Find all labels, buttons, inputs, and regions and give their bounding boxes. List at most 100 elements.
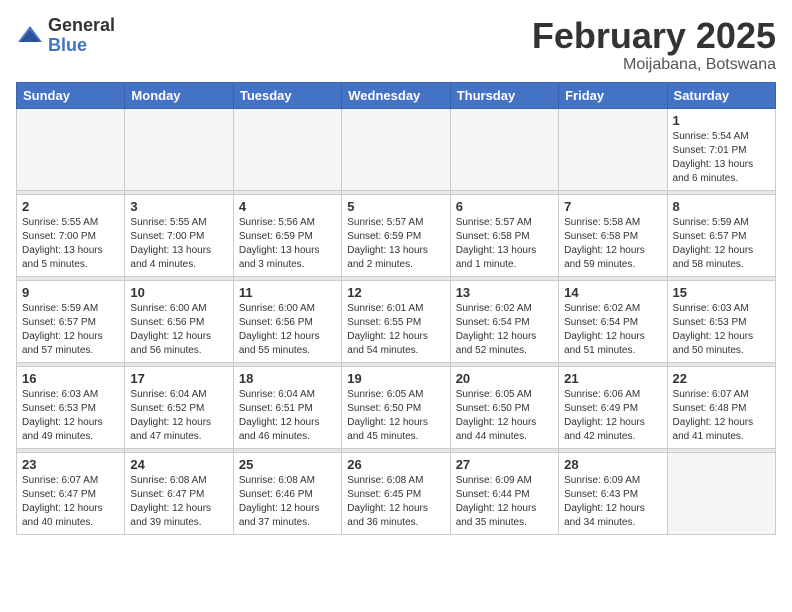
calendar-cell: 10 Sunrise: 6:00 AM Sunset: 6:56 PM Dayli…: [125, 280, 233, 362]
calendar-cell: 9 Sunrise: 5:59 AM Sunset: 6:57 PM Daylig…: [17, 280, 125, 362]
logo: General Blue: [16, 16, 115, 56]
calendar-cell: 1Sunrise: 5:54 AM Sunset: 7:01 PM Daylig…: [667, 108, 775, 190]
day-number: 7: [564, 199, 661, 214]
day-number: 24: [130, 457, 227, 472]
calendar-cell: 12Sunrise: 6:01 AM Sunset: 6:55 PM Dayli…: [342, 280, 450, 362]
day-number: 5: [347, 199, 444, 214]
calendar-cell: 25 Sunrise: 6:08 AM Sunset: 6:46 PM Dayli…: [233, 452, 341, 534]
day-number: 28: [564, 457, 661, 472]
calendar-cell: [450, 108, 558, 190]
day-number: 14: [564, 285, 661, 300]
day-number: 22: [673, 371, 770, 386]
page-header: General Blue February 2025 Moijabana, Bo…: [16, 16, 776, 74]
calendar-cell: 28 Sunrise: 6:09 AM Sunset: 6:43 PM Dayli…: [559, 452, 667, 534]
logo-text: General Blue: [48, 16, 115, 56]
day-number: 4: [239, 199, 336, 214]
day-number: 9: [22, 285, 119, 300]
calendar-cell: 15 Sunrise: 6:03 AM Sunset: 6:53 PM Dayli…: [667, 280, 775, 362]
day-info: Sunrise: 6:07 AM Sunset: 6:48 PM Dayligh…: [673, 388, 770, 444]
calendar-cell: 18 Sunrise: 6:04 AM Sunset: 6:51 PM Dayli…: [233, 366, 341, 448]
calendar-cell: 24 Sunrise: 6:08 AM Sunset: 6:47 PM Dayli…: [125, 452, 233, 534]
day-info: Sunrise: 6:05 AM Sunset: 6:50 PM Dayligh…: [347, 388, 444, 444]
day-number: 13: [456, 285, 553, 300]
day-number: 2: [22, 199, 119, 214]
day-number: 19: [347, 371, 444, 386]
calendar-cell: 11Sunrise: 6:00 AM Sunset: 6:56 PM Dayli…: [233, 280, 341, 362]
calendar-cell: [342, 108, 450, 190]
week-row-0: 1Sunrise: 5:54 AM Sunset: 7:01 PM Daylig…: [17, 108, 776, 190]
day-info: Sunrise: 5:57 AM Sunset: 6:59 PM Dayligh…: [347, 216, 444, 272]
calendar-cell: [17, 108, 125, 190]
day-number: 12: [347, 285, 444, 300]
day-info: Sunrise: 6:08 AM Sunset: 6:47 PM Dayligh…: [130, 474, 227, 530]
calendar-cell: 3Sunrise: 5:55 AM Sunset: 7:00 PM Daylig…: [125, 194, 233, 276]
day-number: 18: [239, 371, 336, 386]
day-number: 21: [564, 371, 661, 386]
calendar-cell: 2 Sunrise: 5:55 AM Sunset: 7:00 PM Daylig…: [17, 194, 125, 276]
week-row-1: 2 Sunrise: 5:55 AM Sunset: 7:00 PM Daylig…: [17, 194, 776, 276]
day-info: Sunrise: 6:09 AM Sunset: 6:44 PM Dayligh…: [456, 474, 553, 530]
day-info: Sunrise: 6:07 AM Sunset: 6:47 PM Dayligh…: [22, 474, 119, 530]
week-row-3: 16 Sunrise: 6:03 AM Sunset: 6:53 PM Dayli…: [17, 366, 776, 448]
day-number: 10: [130, 285, 227, 300]
day-info: Sunrise: 5:55 AM Sunset: 7:00 PM Dayligh…: [22, 216, 119, 272]
week-row-2: 9 Sunrise: 5:59 AM Sunset: 6:57 PM Daylig…: [17, 280, 776, 362]
day-info: Sunrise: 6:04 AM Sunset: 6:51 PM Dayligh…: [239, 388, 336, 444]
day-number: 6: [456, 199, 553, 214]
week-row-4: 23 Sunrise: 6:07 AM Sunset: 6:47 PM Dayli…: [17, 452, 776, 534]
day-number: 16: [22, 371, 119, 386]
day-info: Sunrise: 5:59 AM Sunset: 6:57 PM Dayligh…: [673, 216, 770, 272]
calendar-cell: 23 Sunrise: 6:07 AM Sunset: 6:47 PM Dayli…: [17, 452, 125, 534]
day-info: Sunrise: 6:08 AM Sunset: 6:45 PM Dayligh…: [347, 474, 444, 530]
day-info: Sunrise: 6:02 AM Sunset: 6:54 PM Dayligh…: [456, 302, 553, 358]
day-info: Sunrise: 6:06 AM Sunset: 6:49 PM Dayligh…: [564, 388, 661, 444]
weekday-header-friday: Friday: [559, 82, 667, 108]
day-number: 23: [22, 457, 119, 472]
day-info: Sunrise: 6:00 AM Sunset: 6:56 PM Dayligh…: [130, 302, 227, 358]
calendar-cell: 6 Sunrise: 5:57 AM Sunset: 6:58 PM Daylig…: [450, 194, 558, 276]
calendar-cell: [125, 108, 233, 190]
logo-icon: [16, 22, 44, 50]
weekday-header-row: SundayMondayTuesdayWednesdayThursdayFrid…: [17, 82, 776, 108]
calendar-cell: 27Sunrise: 6:09 AM Sunset: 6:44 PM Dayli…: [450, 452, 558, 534]
day-info: Sunrise: 5:54 AM Sunset: 7:01 PM Dayligh…: [673, 130, 770, 186]
weekday-header-sunday: Sunday: [17, 82, 125, 108]
day-info: Sunrise: 5:59 AM Sunset: 6:57 PM Dayligh…: [22, 302, 119, 358]
day-info: Sunrise: 5:55 AM Sunset: 7:00 PM Dayligh…: [130, 216, 227, 272]
calendar-cell: [559, 108, 667, 190]
weekday-header-monday: Monday: [125, 82, 233, 108]
day-info: Sunrise: 6:02 AM Sunset: 6:54 PM Dayligh…: [564, 302, 661, 358]
day-info: Sunrise: 6:03 AM Sunset: 6:53 PM Dayligh…: [22, 388, 119, 444]
calendar-cell: 26 Sunrise: 6:08 AM Sunset: 6:45 PM Dayli…: [342, 452, 450, 534]
calendar-cell: 19 Sunrise: 6:05 AM Sunset: 6:50 PM Dayli…: [342, 366, 450, 448]
weekday-header-wednesday: Wednesday: [342, 82, 450, 108]
calendar-cell: 20 Sunrise: 6:05 AM Sunset: 6:50 PM Dayli…: [450, 366, 558, 448]
day-number: 20: [456, 371, 553, 386]
month-title: February 2025: [532, 16, 776, 56]
day-number: 17: [130, 371, 227, 386]
day-number: 8: [673, 199, 770, 214]
day-number: 15: [673, 285, 770, 300]
day-info: Sunrise: 6:09 AM Sunset: 6:43 PM Dayligh…: [564, 474, 661, 530]
calendar-cell: 7Sunrise: 5:58 AM Sunset: 6:58 PM Daylig…: [559, 194, 667, 276]
calendar-cell: 5 Sunrise: 5:57 AM Sunset: 6:59 PM Daylig…: [342, 194, 450, 276]
calendar-cell: 8 Sunrise: 5:59 AM Sunset: 6:57 PM Daylig…: [667, 194, 775, 276]
calendar-cell: 14 Sunrise: 6:02 AM Sunset: 6:54 PM Dayli…: [559, 280, 667, 362]
day-info: Sunrise: 6:08 AM Sunset: 6:46 PM Dayligh…: [239, 474, 336, 530]
calendar-cell: 4 Sunrise: 5:56 AM Sunset: 6:59 PM Daylig…: [233, 194, 341, 276]
day-info: Sunrise: 5:57 AM Sunset: 6:58 PM Dayligh…: [456, 216, 553, 272]
day-info: Sunrise: 6:05 AM Sunset: 6:50 PM Dayligh…: [456, 388, 553, 444]
location: Moijabana, Botswana: [532, 56, 776, 74]
calendar-cell: 13 Sunrise: 6:02 AM Sunset: 6:54 PM Dayli…: [450, 280, 558, 362]
day-info: Sunrise: 6:00 AM Sunset: 6:56 PM Dayligh…: [239, 302, 336, 358]
calendar-cell: [667, 452, 775, 534]
calendar: SundayMondayTuesdayWednesdayThursdayFrid…: [16, 82, 776, 535]
calendar-cell: 21 Sunrise: 6:06 AM Sunset: 6:49 PM Dayli…: [559, 366, 667, 448]
day-number: 25: [239, 457, 336, 472]
day-info: Sunrise: 5:56 AM Sunset: 6:59 PM Dayligh…: [239, 216, 336, 272]
day-number: 26: [347, 457, 444, 472]
day-info: Sunrise: 6:03 AM Sunset: 6:53 PM Dayligh…: [673, 302, 770, 358]
calendar-cell: [233, 108, 341, 190]
weekday-header-thursday: Thursday: [450, 82, 558, 108]
title-block: February 2025 Moijabana, Botswana: [532, 16, 776, 74]
